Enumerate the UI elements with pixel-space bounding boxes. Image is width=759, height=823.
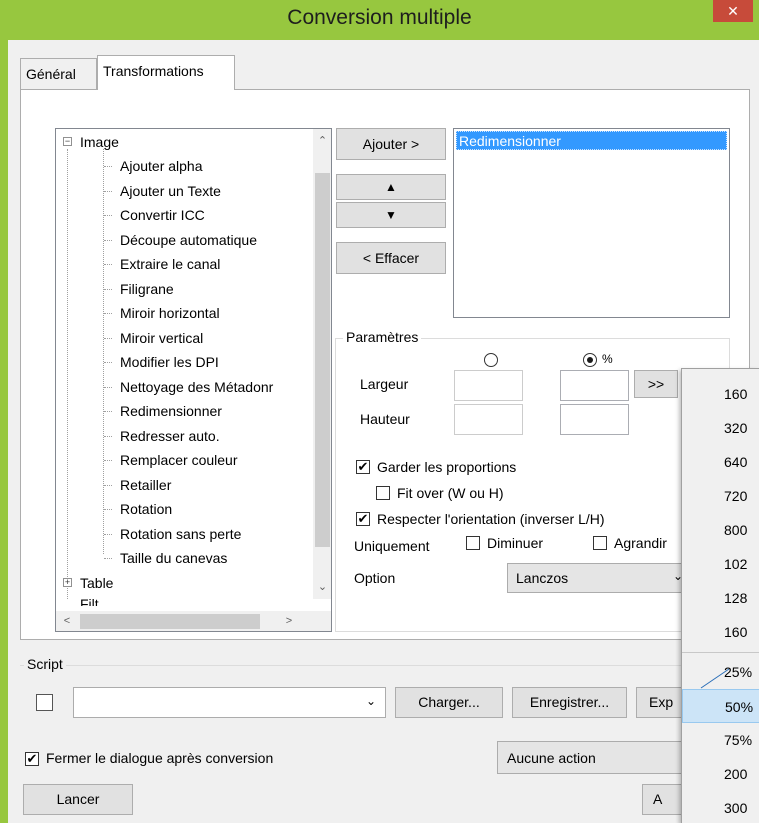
tree-horizontal-scrollbar[interactable]: < > [56,609,331,631]
tree-item-image[interactable]: Image [80,130,119,154]
close-button[interactable]: ✕ [713,0,753,22]
tree-item[interactable]: Découpe automatique [120,228,257,252]
remove-button[interactable]: < Effacer [336,242,446,274]
keep-ratio-label: Garder les proportions [377,459,517,475]
tree-item[interactable]: Retailler [120,473,171,497]
height-label: Hauteur [360,411,410,427]
window-title: Conversion multiple [287,6,472,29]
fit-over-label: Fit over (W ou H) [397,485,504,501]
menu-cursor-line [700,668,730,689]
tree-connector [104,239,112,241]
tab-general[interactable]: Général [20,58,97,89]
width-label: Largeur [360,376,409,392]
transform-tree[interactable]: − Image Ajouter alpha Ajouter un Texte Con… [55,128,332,632]
vertical-scroll-thumb[interactable] [315,173,330,547]
tree-connector [104,386,112,388]
script-title: Script [24,656,66,672]
tree-connector [104,362,112,363]
selected-transforms-list[interactable]: Redimensionner [453,128,730,318]
tree-connector [104,411,112,412]
tree-item[interactable]: Rotation [120,497,172,521]
scroll-left-icon[interactable]: < [56,609,78,631]
tree-connector [104,288,112,290]
load-script-button[interactable]: Charger... [395,687,503,718]
shrink-label: Diminuer [487,535,544,551]
close-after-checkbox[interactable]: ✔ [25,752,39,766]
scroll-up-icon[interactable]: ⌃ [313,129,331,153]
tree-connector [104,558,112,559]
tree-connector [104,509,112,510]
start-button[interactable]: Lancer [23,784,133,815]
tree-item[interactable]: Miroir vertical [120,326,203,350]
tree-item[interactable]: Nettoyage des Métadonr [120,375,273,399]
tree-item[interactable]: Miroir horizontal [120,301,220,325]
horizontal-scroll-thumb[interactable] [80,614,260,629]
orientation-checkbox[interactable]: ✔ [356,512,370,526]
enlarge-checkbox[interactable] [593,536,607,550]
percent-radio[interactable] [583,353,597,367]
tree-item-partial[interactable]: Filt [80,592,99,606]
height-percent-input[interactable] [560,404,629,435]
pixel-radio[interactable] [484,353,498,367]
tree-vertical-scrollbar[interactable]: ⌃ ⌄ [313,129,331,599]
scroll-right-icon[interactable]: > [278,609,300,631]
close-after-label: Fermer le dialogue après conversion [46,750,274,766]
tree-item[interactable]: Modifier les DPI [120,350,219,374]
add-button[interactable]: Ajouter > [336,128,446,160]
filter-select-value: Lanczos [516,570,569,586]
height-pixel-input[interactable] [454,404,523,435]
tree-item[interactable]: Redresser auto. [120,424,220,448]
list-item-selected[interactable]: Redimensionner [456,131,727,150]
filter-select[interactable]: Lanczos ⌄ [507,563,687,593]
enlarge-label: Agrandir [614,535,667,551]
option-label: Option [354,570,396,586]
size-presets-menu[interactable]: 160 320 640 720 800 102 128 160 25% 50% 75% 200 300 [681,368,759,823]
post-action-select[interactable]: Aucune action [497,741,687,774]
tree-connector [104,264,112,265]
tree-item[interactable]: Ajouter alpha [120,154,203,178]
scroll-down-icon[interactable]: ⌄ [313,575,331,599]
tree-item[interactable]: Rotation sans perte [120,522,241,546]
orientation-label: Respecter l'orientation (inverser L/H) [377,511,605,527]
tree-item[interactable]: Ajouter un Texte [120,179,221,203]
shrink-checkbox[interactable] [466,536,480,550]
tree-connector [104,313,112,314]
tree-connector [104,337,112,339]
percent-label: % [602,352,613,366]
script-select[interactable]: ⌄ [73,687,386,718]
size-presets-button[interactable]: >> [634,370,678,398]
save-script-button[interactable]: Enregistrer... [512,687,627,718]
only-label: Uniquement [354,538,430,554]
tree-item[interactable]: Redimensionner [120,399,222,423]
parameters-title: Paramètres [343,329,422,345]
tab-transformations[interactable]: Transformations [97,55,235,90]
width-percent-input[interactable] [560,370,629,401]
keep-ratio-checkbox[interactable]: ✔ [356,460,370,474]
title-bar[interactable]: Conversion multiple ✕ [0,0,759,40]
tree-item[interactable]: Remplacer couleur [120,448,238,472]
tree-connector [104,166,112,167]
tree-item[interactable]: Filigrane [120,277,174,301]
tree-connector [104,460,112,461]
fit-over-checkbox[interactable] [376,486,390,500]
move-up-button[interactable]: ▲ [336,174,446,200]
width-pixel-input[interactable] [454,370,523,401]
tree-item[interactable]: Taille du canevas [120,546,227,570]
move-down-button[interactable]: ▼ [336,202,446,228]
chevron-down-icon: ⌄ [366,694,377,708]
tree-connector [104,484,112,486]
expand-icon[interactable]: + [63,578,72,587]
tree-connector [104,533,112,535]
script-enable-checkbox[interactable] [36,694,53,711]
tree-connector [104,190,112,192]
tree-connector [104,435,112,437]
tree-connector [104,215,112,216]
tree-item[interactable]: Convertir ICC [120,203,205,227]
tree-item[interactable]: Extraire le canal [120,252,220,276]
collapse-icon[interactable]: − [63,137,72,146]
